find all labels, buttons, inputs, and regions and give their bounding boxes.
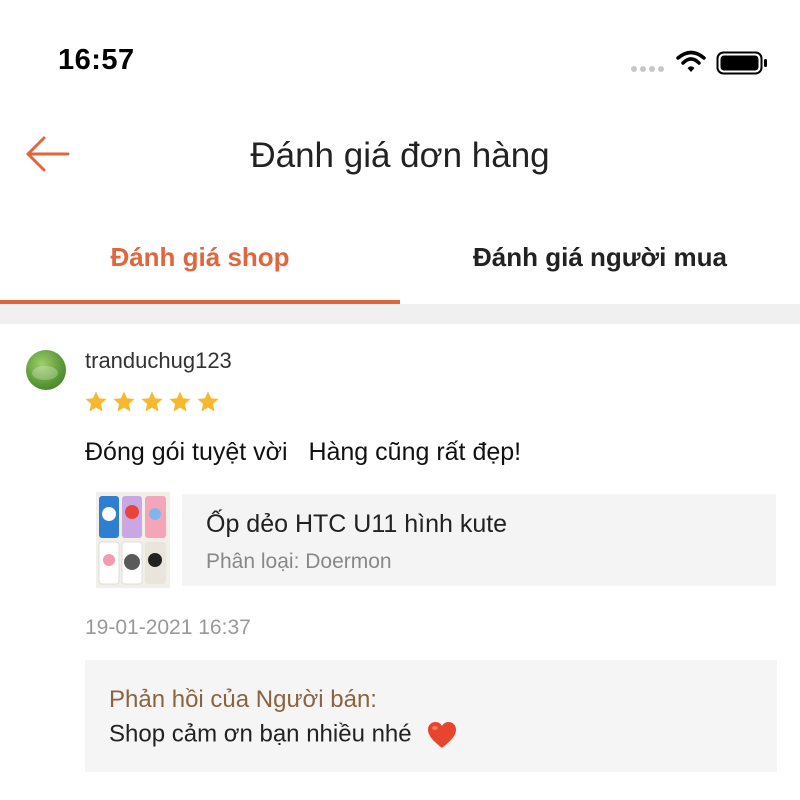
tab-shop-reviews[interactable]: Đánh giá shop [0, 222, 400, 306]
header: Đánh giá đơn hàng [0, 110, 800, 200]
product-name: Ốp dẻo HTC U11 hình kute [206, 510, 508, 538]
product-variant: Phân loại: Doermon [206, 550, 392, 573]
status-time: 16:57 [58, 44, 135, 76]
signal-dots-icon [631, 66, 664, 72]
product-card[interactable]: Ốp dẻo HTC U11 hình kute Phân loại: Doer… [96, 492, 776, 588]
section-divider [0, 304, 800, 324]
battery-icon [716, 51, 767, 75]
page-title: Đánh giá đơn hàng [250, 136, 550, 175]
status-bar: 16:57 [0, 0, 800, 110]
review-date: 19-01-2021 16:37 [85, 616, 251, 639]
review-item: tranduchug123 Đóng gói tuyệt vời Hàng cũ… [0, 324, 800, 800]
avatar[interactable] [26, 350, 66, 390]
wifi-icon [676, 50, 706, 72]
star-icon [169, 391, 191, 412]
star-icon [113, 391, 135, 412]
star-icon [85, 391, 107, 412]
product-info: Ốp dẻo HTC U11 hình kute Phân loại: Doer… [182, 494, 776, 586]
reviewer-username: tranduchug123 [85, 348, 232, 373]
star-icon [141, 391, 163, 412]
seller-reply-line: Shop cảm ơn bạn nhiều nhé [109, 720, 458, 750]
review-comment: Đóng gói tuyệt vời Hàng cũng rất đẹp! [85, 438, 522, 466]
tab-bar: Đánh giá shop Đánh giá người mua [0, 222, 800, 306]
seller-reply-title: Phản hồi của Người bán: [109, 686, 377, 713]
product-thumbnail [96, 492, 170, 588]
star-rating [84, 390, 220, 414]
star-icon [197, 391, 219, 412]
seller-reply-text: Shop cảm ơn bạn nhiều nhé [109, 720, 412, 748]
seller-reply: Phản hồi của Người bán: Shop cảm ơn bạn … [85, 660, 777, 772]
tab-buyer-reviews[interactable]: Đánh giá người mua [400, 222, 800, 306]
heart-icon [428, 722, 457, 748]
